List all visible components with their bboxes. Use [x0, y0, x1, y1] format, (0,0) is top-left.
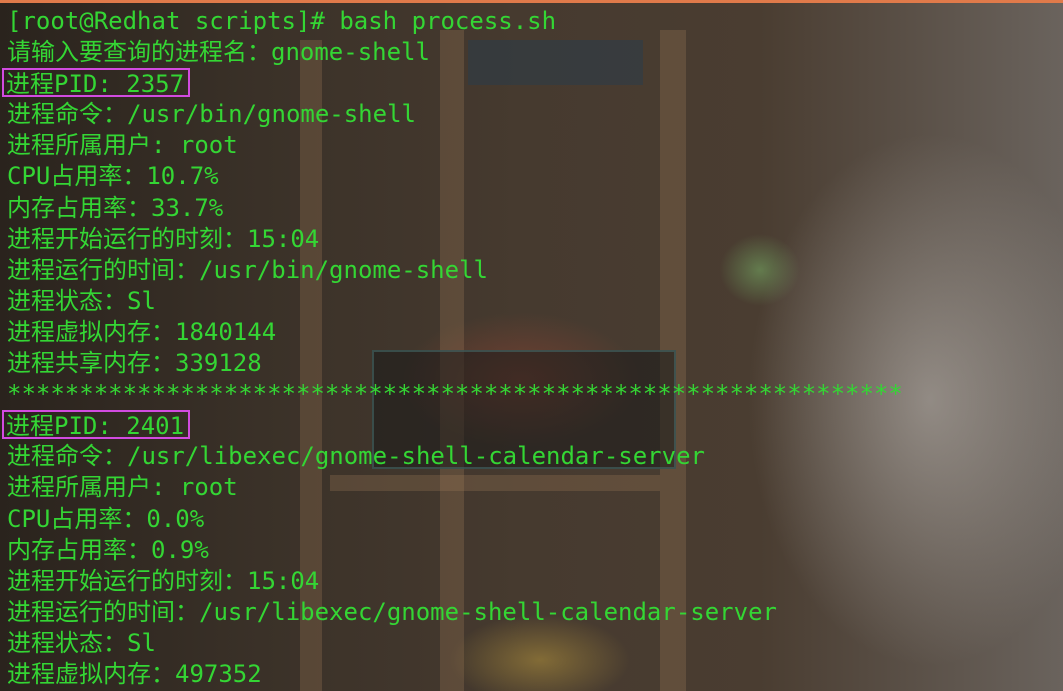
terminal-line: CPU占用率：10.7%	[7, 161, 1057, 192]
terminal-line-text: CPU占用率：10.7%	[7, 162, 219, 191]
terminal-line: 内存占用率：33.7%	[7, 193, 1057, 224]
terminal-line-text: CPU占用率：0.0%	[7, 504, 205, 533]
terminal-line: 请输入要查询的进程名：gnome-shell	[7, 37, 1057, 68]
terminal-line: ****************************************…	[7, 379, 1057, 410]
terminal-line-text: 进程共享内存：339128	[7, 349, 262, 378]
terminal-line-text: 进程虚拟内存：497352	[7, 659, 262, 688]
terminal-line: 进程命令：/usr/libexec/gnome-shell-calendar-s…	[7, 441, 1057, 472]
terminal-line-text: 请输入要查询的进程名：gnome-shell	[7, 38, 430, 67]
terminal-line: 进程虚拟内存：1840144	[7, 317, 1057, 348]
terminal-line: 进程所属用户: root	[7, 130, 1057, 161]
terminal-line: 进程开始运行的时刻：15:04	[7, 566, 1057, 597]
window-top-border	[0, 0, 1063, 3]
pid-highlight-box: 进程PID: 2401	[2, 410, 191, 440]
terminal-line-text: [root@Redhat scripts]# bash process.sh	[7, 7, 557, 35]
terminal-line-pid: 进程PID: 2357	[2, 68, 1057, 99]
terminal-line-text: 进程命令：/usr/libexec/gnome-shell-calendar-s…	[7, 442, 705, 471]
terminal-line: 进程状态：Sl	[7, 628, 1057, 659]
pid-highlight-box: 进程PID: 2357	[2, 68, 191, 98]
terminal-line-text: 进程所属用户: root	[7, 473, 238, 502]
terminal-line: 进程所属用户: root	[7, 472, 1057, 503]
terminal-line-text: 进程命令：/usr/bin/gnome-shell	[7, 100, 416, 129]
terminal-line-pid: 进程PID: 2401	[2, 410, 1057, 441]
terminal-line: 进程状态：Sl	[7, 286, 1057, 317]
terminal-line-text: ****************************************…	[7, 380, 903, 409]
terminal-line-text: 进程运行的时间：/usr/libexec/gnome-shell-calenda…	[7, 597, 777, 626]
terminal-line: CPU占用率：0.0%	[7, 504, 1057, 535]
terminal-line: 进程共享内存：339128	[7, 348, 1057, 379]
terminal-line-text: 进程所属用户: root	[7, 131, 238, 160]
terminal-line-text: 进程状态：Sl	[7, 628, 156, 657]
terminal-line-text: 进程开始运行的时刻：15:04	[7, 224, 320, 253]
terminal-line-text: 进程状态：Sl	[7, 286, 156, 315]
terminal-line: 内存占用率：0.9%	[7, 535, 1057, 566]
terminal-line: 进程开始运行的时刻：15:04	[7, 224, 1057, 255]
terminal-line: 进程运行的时间：/usr/bin/gnome-shell	[7, 255, 1057, 286]
terminal-line-text: 进程开始运行的时刻：15:04	[7, 566, 320, 595]
terminal-line-text: 内存占用率：33.7%	[7, 193, 224, 222]
terminal-line-text: 进程运行的时间：/usr/bin/gnome-shell	[7, 255, 488, 284]
terminal-line: 进程命令：/usr/bin/gnome-shell	[7, 99, 1057, 130]
terminal-line-text: 进程虚拟内存：1840144	[7, 317, 277, 346]
terminal-output: [root@Redhat scripts]# bash process.sh 请输…	[2, 6, 1057, 690]
terminal-window[interactable]: [root@Redhat scripts]# bash process.sh 请输…	[0, 0, 1063, 691]
terminal-line: 进程运行的时间：/usr/libexec/gnome-shell-calenda…	[7, 597, 1057, 628]
terminal-prompt-line: [root@Redhat scripts]# bash process.sh	[7, 6, 1057, 37]
terminal-line: 进程虚拟内存：497352	[7, 659, 1057, 690]
terminal-line-text: 内存占用率：0.9%	[7, 535, 209, 564]
